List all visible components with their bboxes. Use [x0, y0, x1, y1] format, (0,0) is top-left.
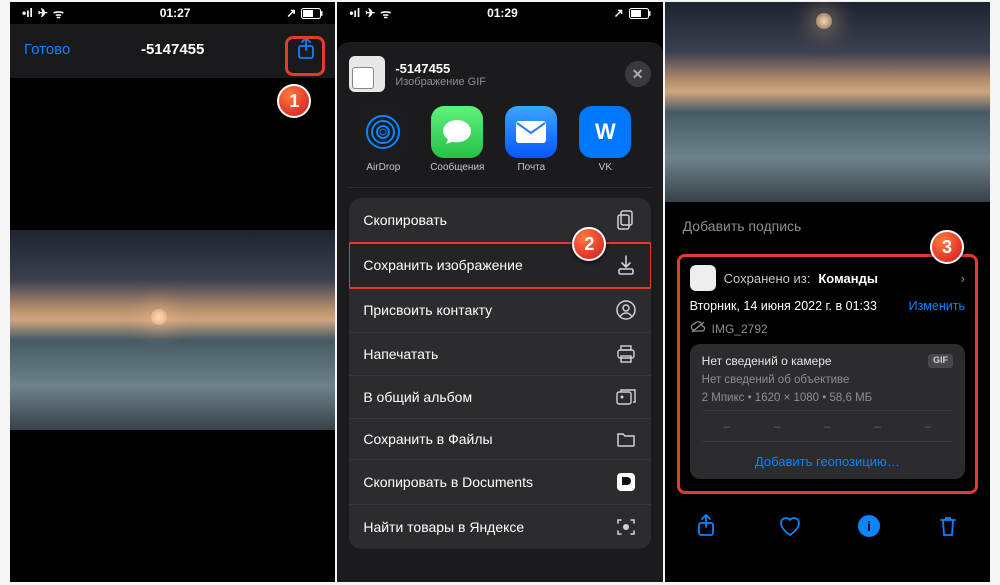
toolbar-info-button[interactable]: i: [858, 515, 880, 537]
status-time: 01:29: [487, 6, 518, 20]
signal-icon: •ıl: [22, 6, 33, 20]
messages-icon: [431, 106, 483, 158]
gif-badge: GIF: [928, 354, 953, 368]
airdrop-icon: [357, 106, 409, 158]
trash-icon: [938, 514, 958, 538]
documents-app-icon: [615, 472, 637, 492]
action-print[interactable]: Напечатать: [349, 333, 650, 376]
toolbar-share-button[interactable]: [691, 514, 721, 538]
action-save-to-files[interactable]: Сохранить в Файлы: [349, 419, 650, 460]
photo-viewport[interactable]: [10, 78, 335, 582]
image-preview: [10, 230, 335, 430]
share-button[interactable]: [291, 34, 321, 64]
edit-date-button[interactable]: Изменить: [909, 299, 965, 313]
vk-icon: W: [579, 106, 631, 158]
share-app-airdrop[interactable]: AirDrop: [353, 106, 413, 173]
copy-icon: [615, 210, 637, 230]
share-icon: [296, 37, 316, 61]
share-sheet: -5147455 Изображение GIF ✕: [337, 42, 662, 582]
scan-icon: [615, 517, 637, 537]
share-close-button[interactable]: ✕: [625, 61, 651, 87]
source-app-icon: [690, 265, 716, 291]
shared-album-icon: [615, 388, 637, 406]
screen-preview: •ıl ✈︎ ᯤ 01:27 ↗ Готово -5147455: [10, 2, 335, 582]
exif-values-row: –––––: [702, 410, 953, 442]
exif-card: Нет сведений о камере GIF Нет сведений о…: [690, 344, 965, 479]
screen-photo-info: Добавить подпись Сохранено из: Команды ›…: [665, 2, 990, 582]
done-button[interactable]: Готово: [24, 41, 70, 58]
info-panel: Сохранено из: Команды › Вторник, 14 июня…: [677, 254, 978, 494]
action-yandex-search[interactable]: Найти товары в Яндексе: [349, 505, 650, 549]
top-nav: Готово -5147455: [10, 24, 335, 78]
share-app-row: AirDrop Сообщения Почта W VK: [349, 106, 650, 188]
download-icon: [615, 255, 637, 275]
toolbar-delete-button[interactable]: [933, 514, 963, 538]
action-shared-album[interactable]: В общий альбом: [349, 376, 650, 419]
info-icon: i: [867, 518, 871, 534]
share-subtitle: Изображение GIF: [395, 76, 486, 88]
capture-date: Вторник, 14 июня 2022 г. в 01:33: [690, 299, 877, 313]
close-icon: ✕: [632, 66, 644, 83]
action-copy[interactable]: Скопировать: [349, 198, 650, 243]
mail-icon: [505, 106, 557, 158]
step-marker-3: 3: [930, 230, 964, 264]
share-app-vk[interactable]: W VK: [575, 106, 635, 173]
share-app-mail[interactable]: Почта: [501, 106, 561, 173]
action-save-image[interactable]: Сохранить изображение: [349, 243, 650, 288]
action-assign-contact[interactable]: Присвоить контакту: [349, 288, 650, 333]
action-copy-to-documents[interactable]: Скопировать в Documents: [349, 460, 650, 505]
screen-share-sheet: •ıl✈︎ᯤ 01:29 ↗ -5147455 Изображение GIF …: [337, 2, 662, 582]
image-preview[interactable]: [665, 2, 990, 202]
add-location-button[interactable]: Добавить геопозицию…: [702, 448, 953, 469]
print-icon: [615, 345, 637, 363]
saved-from-row[interactable]: Сохранено из: Команды ›: [690, 265, 965, 291]
share-icon: [696, 514, 716, 538]
no-sync-icon: [690, 321, 706, 336]
status-bar: •ıl ✈︎ ᯤ 01:27 ↗: [10, 2, 335, 24]
filename: IMG_2792: [712, 322, 768, 336]
status-time: 01:27: [160, 6, 191, 20]
photo-toolbar: i: [665, 502, 990, 548]
contact-icon: [615, 300, 637, 320]
chevron-right-icon: ›: [961, 271, 965, 286]
folder-icon: [615, 431, 637, 447]
toolbar-like-button[interactable]: [775, 515, 805, 537]
share-title: -5147455: [395, 61, 486, 76]
status-bar: •ıl✈︎ᯤ 01:29 ↗: [337, 2, 662, 24]
share-thumbnail: [349, 56, 385, 92]
share-app-messages[interactable]: Сообщения: [427, 106, 487, 173]
heart-icon: [778, 515, 802, 537]
